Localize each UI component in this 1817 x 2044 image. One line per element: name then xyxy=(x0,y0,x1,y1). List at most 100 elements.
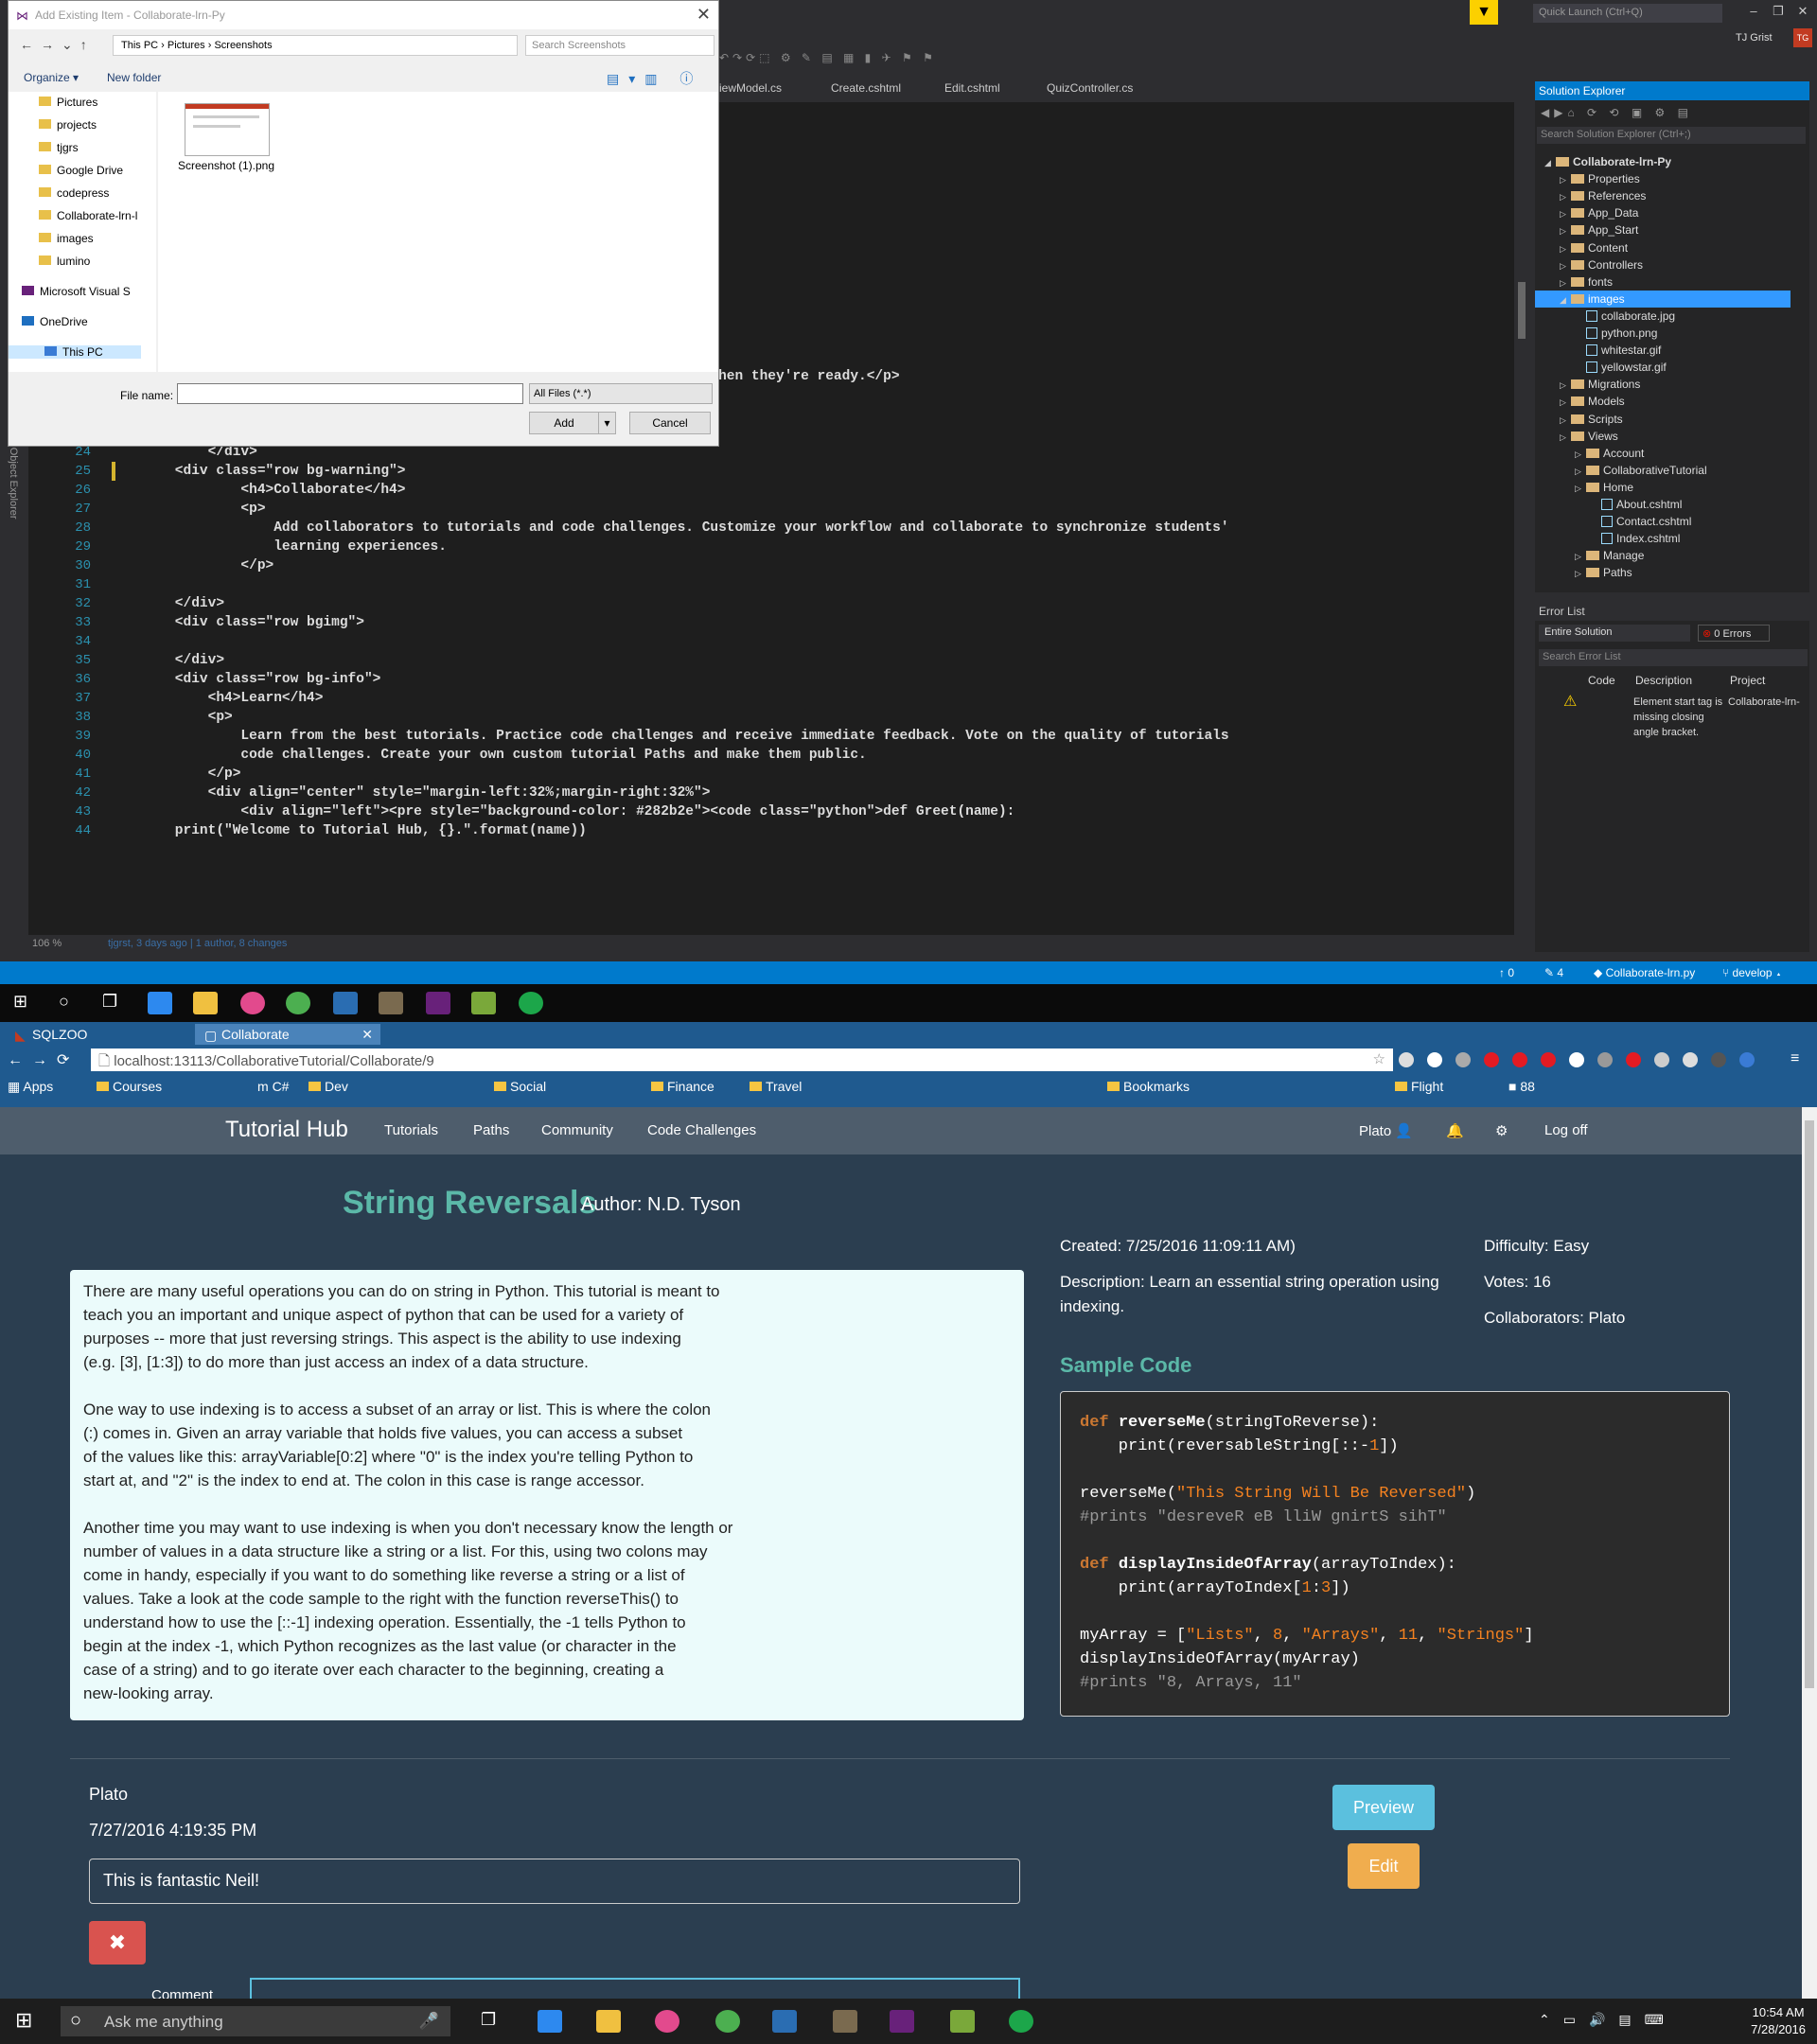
solution-tree-item[interactable]: ▷ Views xyxy=(1560,428,1618,445)
nav-pane-item[interactable]: OneDrive xyxy=(22,315,88,328)
visual-studio-icon[interactable] xyxy=(890,2010,914,2033)
bookmark-folder-social[interactable]: Social xyxy=(494,1079,546,1094)
bookmark-folder-flight[interactable]: Flight xyxy=(1395,1079,1443,1094)
solution-tree-item[interactable]: ▷ App_Start xyxy=(1560,221,1638,238)
itunes-icon[interactable] xyxy=(240,992,265,1014)
error-description[interactable]: Element start tag is missing closing ang… xyxy=(1633,695,1724,740)
windows-start-icon[interactable]: ⊞ xyxy=(15,2008,32,2033)
vs-user-avatar[interactable]: TG xyxy=(1793,28,1812,47)
extension-icon[interactable] xyxy=(1597,1052,1613,1067)
doc-tab[interactable]: QuizController.cs xyxy=(1047,81,1133,95)
zoom-level[interactable]: 106 % xyxy=(32,938,62,949)
solution-tree-item[interactable]: whitestar.gif xyxy=(1575,342,1661,359)
slack-icon[interactable] xyxy=(471,992,496,1014)
col-project[interactable]: Project xyxy=(1730,674,1765,687)
file-name-input[interactable] xyxy=(177,383,523,404)
system-tray-icons[interactable]: ⌃▭🔊▤⌨ xyxy=(1539,2012,1677,2028)
col-code[interactable]: Code xyxy=(1588,674,1615,687)
hangouts-icon[interactable] xyxy=(1009,2010,1033,2033)
itunes-icon[interactable] xyxy=(655,2010,679,2033)
dialog-search-input[interactable]: Search Screenshots xyxy=(525,35,714,56)
outlook-app-icon[interactable] xyxy=(148,992,172,1014)
expand-arrow-icon[interactable]: ▷ xyxy=(1560,412,1571,429)
close-button[interactable]: ✕ xyxy=(1791,4,1815,23)
expand-arrow-icon[interactable]: ▷ xyxy=(1575,463,1586,480)
nav-pane-item[interactable]: images xyxy=(39,232,94,245)
chrome-icon[interactable] xyxy=(286,992,310,1014)
add-button[interactable]: Add xyxy=(529,412,599,434)
solution-tree-item[interactable]: Contact.cshtml xyxy=(1590,513,1691,530)
solution-tree-item[interactable]: ▷ Controllers xyxy=(1560,256,1643,273)
extension-icon[interactable] xyxy=(1455,1052,1471,1067)
extension-icon[interactable] xyxy=(1683,1052,1698,1067)
taskbar-clock[interactable]: 10:54 AM 7/28/2016 xyxy=(1751,2004,1806,2038)
code-line[interactable]: 41 </p> xyxy=(28,765,1486,784)
powershell-icon[interactable] xyxy=(333,992,358,1014)
code-line[interactable]: 42 <div align="center" style="margin-lef… xyxy=(28,784,1486,802)
extension-icon[interactable] xyxy=(1512,1052,1527,1067)
file-explorer-icon[interactable] xyxy=(193,992,218,1014)
cancel-button[interactable]: Cancel xyxy=(629,412,711,434)
code-line[interactable]: 28 Add collaborators to tutorials and co… xyxy=(28,519,1486,537)
bookmark-csharp[interactable]: m C# xyxy=(257,1079,289,1094)
solution-tree-item[interactable]: ◢ Collaborate-lrn-Py xyxy=(1544,153,1671,170)
visual-studio-icon[interactable] xyxy=(426,992,450,1014)
expand-arrow-icon[interactable]: ▷ xyxy=(1560,274,1571,291)
tutorial-author[interactable]: Author: N.D. Tyson xyxy=(581,1194,741,1216)
code-line[interactable]: 31 xyxy=(28,575,1486,594)
add-dropdown-arrow[interactable]: ▾ xyxy=(599,412,616,434)
extension-icon[interactable] xyxy=(1399,1052,1414,1067)
expand-arrow-icon[interactable]: ▷ xyxy=(1560,171,1571,188)
code-line[interactable]: 40 code challenges. Create your own cust… xyxy=(28,746,1486,765)
nav-user[interactable]: Plato 👤 xyxy=(1359,1122,1413,1139)
code-line[interactable]: 38 <p> xyxy=(28,708,1486,727)
bookmark-apps[interactable]: ▦ Apps xyxy=(8,1079,53,1095)
code-line[interactable]: 44 print("Welcome to Tutorial Hub, {}.".… xyxy=(28,821,1486,840)
solution-search-input[interactable]: Search Solution Explorer (Ctrl+;) xyxy=(1537,127,1806,144)
commits-up-indicator[interactable]: ↑ 0 xyxy=(1499,966,1514,979)
windows-start-icon[interactable]: ⊞ xyxy=(13,992,27,1012)
code-line[interactable]: 39 Learn from the best tutorials. Practi… xyxy=(28,727,1486,746)
branch-name[interactable]: ⑂ develop ▴ xyxy=(1722,966,1782,979)
close-tab-icon[interactable]: ✕ xyxy=(362,1027,373,1043)
task-view-icon[interactable]: ❐ xyxy=(102,992,117,1012)
bookmark-folder-travel[interactable]: Travel xyxy=(750,1079,802,1094)
expand-arrow-icon[interactable]: ▷ xyxy=(1560,240,1571,257)
pending-changes-indicator[interactable]: ✎ 4 xyxy=(1544,966,1563,979)
nav-code-challenges[interactable]: Code Challenges xyxy=(647,1122,756,1138)
code-line[interactable]: 30 </p> xyxy=(28,556,1486,575)
codelens-blame[interactable]: tjgrst, 3 days ago | 1 author, 8 changes xyxy=(108,938,287,949)
minimize-button[interactable]: – xyxy=(1741,4,1766,23)
doc-tab[interactable]: Edit.cshtml xyxy=(944,81,1000,95)
expand-arrow-icon[interactable]: ▷ xyxy=(1560,257,1571,274)
extension-icon[interactable] xyxy=(1654,1052,1669,1067)
chrome-icon[interactable] xyxy=(715,2010,740,2033)
powershell-icon[interactable] xyxy=(772,2010,797,2033)
edit-button[interactable]: Edit xyxy=(1348,1843,1420,1889)
nav-community[interactable]: Community xyxy=(541,1122,613,1138)
expand-arrow-icon[interactable]: ▷ xyxy=(1560,188,1571,205)
delete-comment-button[interactable]: ✖ xyxy=(89,1921,146,1965)
sql-server-icon[interactable] xyxy=(379,992,403,1014)
nav-pane-item[interactable]: This PC xyxy=(9,345,141,359)
extension-icon[interactable] xyxy=(1711,1052,1726,1067)
preview-button[interactable]: Preview xyxy=(1332,1785,1435,1830)
code-line[interactable]: 35 </div> xyxy=(28,651,1486,670)
code-line[interactable]: 25 <div class="row bg-warning"> xyxy=(28,462,1486,481)
code-line[interactable]: 43 <div align="left"><pre style="backgro… xyxy=(28,802,1486,821)
solution-tree-item[interactable]: ▷ Home xyxy=(1575,479,1633,496)
solution-tree-item[interactable]: ▷ CollaborativeTutorial xyxy=(1575,462,1707,479)
organize-button[interactable]: Organize ▾ xyxy=(24,71,79,84)
code-line[interactable]: 32 </div> xyxy=(28,594,1486,613)
extension-icon[interactable] xyxy=(1427,1052,1442,1067)
expand-arrow-icon[interactable]: ▷ xyxy=(1560,205,1571,222)
comment-text[interactable]: This is fantastic Neil! xyxy=(89,1859,1020,1904)
settings-gear-icon[interactable]: ⚙ xyxy=(1495,1122,1508,1139)
tab-sqlzoo[interactable]: ◣ SQLZOO xyxy=(6,1024,193,1045)
code-line[interactable]: 27 <p> xyxy=(28,500,1486,519)
doc-tab[interactable]: Create.cshtml xyxy=(831,81,901,95)
file-name-label[interactable]: Screenshot (1).png xyxy=(177,158,275,173)
code-line[interactable]: 33 <div class="row bgimg"> xyxy=(28,613,1486,632)
solution-tree-item[interactable]: Index.cshtml xyxy=(1590,530,1680,547)
chrome-menu-icon[interactable]: ≡ xyxy=(1791,1050,1799,1067)
